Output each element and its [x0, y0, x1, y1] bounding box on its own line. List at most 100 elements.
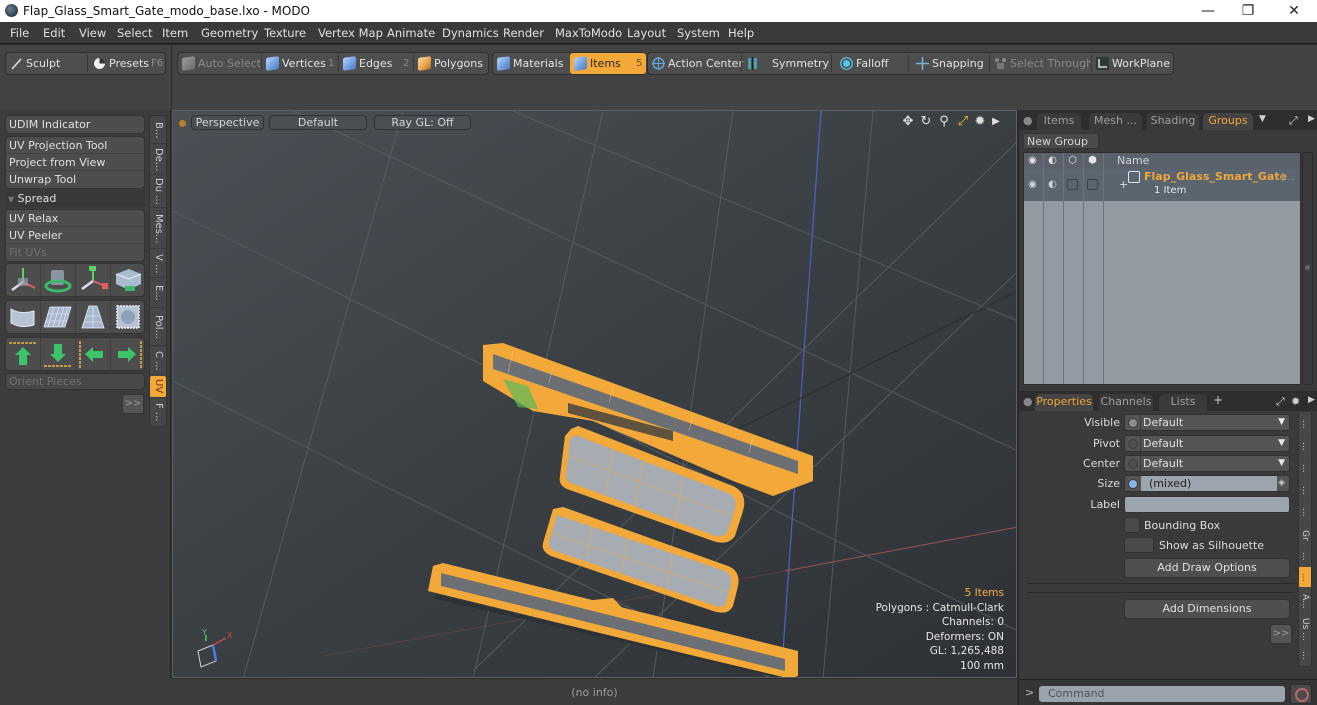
scrollbar-handle[interactable] [1305, 265, 1310, 270]
viewport-options-dot[interactable] [179, 120, 186, 127]
menu-texture[interactable]: Texture [264, 26, 306, 40]
vtab-7[interactable]: ... [1299, 547, 1311, 565]
new-group-button[interactable]: New Group [1023, 133, 1099, 149]
panel-settings-icon[interactable]: ✹ [1291, 395, 1300, 408]
uv-projection-tool-button[interactable]: UV Projection Tool [6, 137, 144, 154]
snapping-button[interactable]: Snapping [912, 53, 988, 74]
vtab-11[interactable]: ... [1299, 645, 1311, 665]
fit-uvs-button[interactable]: Fit UVs [6, 244, 144, 261]
name-column-header[interactable]: Name [1117, 154, 1149, 167]
tab-fusion[interactable]: F ... [150, 399, 166, 426]
vtab-active[interactable]: ... [1299, 567, 1311, 587]
tab-vertex[interactable]: V ... [150, 250, 166, 278]
polygons-button[interactable]: Polygons [414, 53, 490, 74]
tabs-dropdown-icon[interactable]: ▼ [1259, 114, 1266, 124]
vtab-groups[interactable]: Gr [1299, 525, 1311, 545]
menu-animate[interactable]: Animate [387, 26, 435, 40]
expand-group-icon[interactable]: + [1119, 178, 1128, 191]
vertices-button[interactable]: Vertices 1 [262, 53, 338, 74]
groups-list-scrollbar[interactable] [1302, 152, 1313, 385]
tab-groups[interactable]: Groups [1203, 113, 1253, 130]
visible-radio[interactable] [1128, 418, 1138, 428]
project-from-view-button[interactable]: Project from View [6, 154, 144, 171]
menu-vertex-map[interactable]: Vertex Map [318, 26, 383, 40]
more-properties-button[interactable]: >> [1270, 624, 1292, 644]
pan-icon[interactable]: ✥ [901, 115, 915, 129]
pivot-dropdown[interactable]: Default ▼ [1124, 435, 1290, 452]
uv-box-button[interactable] [111, 301, 145, 333]
viewport-menu-arrow-icon[interactable]: ▶ [989, 115, 1003, 129]
tab-shading[interactable]: Shading [1147, 113, 1199, 130]
maximize-viewport-icon[interactable]: ⤢ [956, 115, 970, 129]
uv-move-button[interactable] [6, 264, 41, 296]
row-lock-checkbox[interactable] [1067, 179, 1078, 190]
size-field[interactable]: (mixed) ◈ [1124, 475, 1290, 492]
lock-column-icon[interactable]: ⬡ [1067, 155, 1078, 166]
raygl-button[interactable]: Ray GL: Off [374, 115, 471, 130]
menu-file[interactable]: File [10, 26, 29, 40]
bounding-box-checkbox[interactable] [1124, 517, 1140, 533]
add-dimensions-button[interactable]: Add Dimensions [1124, 599, 1290, 619]
menu-render[interactable]: Render [503, 26, 544, 40]
add-tab-button[interactable]: + [1213, 393, 1223, 407]
align-top-button[interactable] [6, 338, 41, 370]
uv-perspective-button[interactable] [76, 301, 111, 333]
group-row[interactable]: ◉ ◐ + Flap_Glass_Smart_Gate (... 1 Item [1024, 169, 1300, 201]
panel-menu-icon[interactable]: ● [1023, 114, 1033, 127]
menu-select[interactable]: Select [117, 26, 152, 40]
row-visibility-icon[interactable]: ◉ [1027, 179, 1038, 190]
items-button[interactable]: Items 5 [570, 53, 646, 74]
row-select-checkbox[interactable] [1087, 179, 1098, 190]
visible-dropdown[interactable]: Default ▼ [1124, 414, 1290, 431]
menu-geometry[interactable]: Geometry [201, 26, 258, 40]
vtab-2[interactable]: ... [1299, 436, 1311, 456]
label-input[interactable] [1124, 496, 1290, 513]
command-input[interactable]: Command [1039, 686, 1285, 702]
align-left-button[interactable] [76, 338, 111, 370]
vtab-4[interactable]: ... [1299, 480, 1311, 500]
vtab-1[interactable]: ... [1299, 414, 1311, 434]
menu-view[interactable]: View [79, 26, 106, 40]
uv-transform-button[interactable] [111, 264, 145, 296]
tab-channels[interactable]: Channels [1099, 394, 1153, 411]
menu-layout[interactable]: Layout [627, 26, 666, 40]
panel-menu-icon[interactable]: ● [1023, 395, 1033, 408]
tab-deform[interactable]: De... [150, 145, 166, 175]
tab-mesh-edit[interactable]: Mes... [150, 209, 166, 249]
menu-edit[interactable]: Edit [43, 26, 65, 40]
vtab-5[interactable]: ... [1299, 502, 1311, 522]
presets-button[interactable]: Presets F6 [89, 53, 167, 74]
panel-arrow-icon[interactable]: ▶ [1308, 114, 1315, 124]
pivot-radio[interactable] [1128, 439, 1138, 449]
vtab-us[interactable]: Us ... [1299, 615, 1311, 643]
show-silhouette-toggle[interactable] [1124, 537, 1154, 553]
uv-planar-button[interactable] [41, 301, 76, 333]
menu-system[interactable]: System [677, 26, 720, 40]
menu-dynamics[interactable]: Dynamics [442, 26, 499, 40]
tab-curve[interactable]: C ... [150, 347, 166, 375]
auto-select-button[interactable]: Auto Select [178, 53, 261, 74]
3d-viewport[interactable]: Y X Perspective Default Ray GL: Off ✥ ↻ … [172, 110, 1017, 678]
materials-button[interactable]: Materials [493, 53, 568, 74]
record-macro-button[interactable] [1290, 684, 1312, 704]
symmetry-button[interactable]: Symmetry [742, 53, 830, 74]
uv-scale-button[interactable] [76, 264, 111, 296]
expand-panel-icon[interactable]: ⤢ [1289, 114, 1298, 128]
uv-relax-button[interactable]: UV Relax [6, 210, 144, 227]
edges-button[interactable]: Edges 2 [339, 53, 413, 74]
panel-arrow-icon[interactable]: ▶ [1308, 395, 1315, 405]
viewport-settings-icon[interactable]: ✹ [973, 115, 987, 129]
tab-uv[interactable]: UV [150, 376, 166, 398]
orient-pieces-button[interactable]: Orient Pieces [6, 374, 144, 389]
render-column-icon[interactable]: ◐ [1047, 155, 1058, 166]
workplane-button[interactable]: WorkPlane [1092, 53, 1174, 74]
row-render-icon[interactable]: ◐ [1047, 179, 1058, 190]
orbit-icon[interactable]: ↻ [919, 115, 933, 129]
menu-help[interactable]: Help [728, 26, 754, 40]
align-bottom-button[interactable] [41, 338, 76, 370]
tab-duplicate[interactable]: Du ... [150, 176, 166, 208]
falloff-button[interactable]: Falloff [836, 53, 906, 74]
vtab-a[interactable]: A... [1299, 589, 1311, 613]
center-dropdown[interactable]: Default ▼ [1124, 455, 1290, 472]
group-name[interactable]: Flap_Glass_Smart_Gate [1144, 170, 1287, 183]
